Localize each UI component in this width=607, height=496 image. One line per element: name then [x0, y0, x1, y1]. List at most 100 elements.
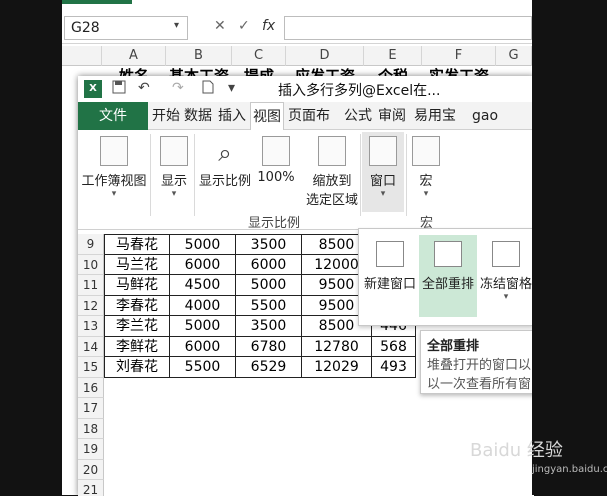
- divider: [194, 134, 195, 216]
- tab-formulas[interactable]: 公式: [342, 102, 374, 130]
- tab-page-layout[interactable]: 页面布: [286, 102, 332, 130]
- zoom-to-selection-button[interactable]: 缩放到 选定区域: [304, 136, 360, 208]
- table-cell[interactable]: 5500: [236, 295, 302, 316]
- arrange-all-button[interactable]: 全部重排: [419, 235, 477, 317]
- col-header[interactable]: F: [422, 46, 496, 66]
- tab-data[interactable]: 数据: [182, 102, 214, 130]
- workbook-view-button[interactable]: 工作簿视图 ▾: [80, 136, 148, 199]
- row-number[interactable]: 9: [78, 234, 104, 255]
- cancel-icon[interactable]: ✕: [214, 18, 226, 34]
- tab-insert[interactable]: 插入: [216, 102, 248, 130]
- tab-file[interactable]: 文件: [78, 102, 148, 130]
- zoom-button[interactable]: ⌕ 显示比例: [198, 136, 252, 189]
- table-cell[interactable]: 6000: [170, 336, 236, 357]
- row-number[interactable]: 11: [78, 275, 104, 296]
- name-box[interactable]: G28: [64, 16, 188, 40]
- macro-label: 宏: [419, 174, 433, 189]
- table-cell[interactable]: 493: [372, 357, 416, 378]
- ribbon-tabs: 文件 开始 数据 插入 视图 页面布 公式 审阅 易用宝 gao we...: [78, 102, 534, 152]
- watermark-sub: jingyan.baidu.com: [532, 464, 607, 475]
- tab-user-account[interactable]: gao we...: [470, 102, 534, 152]
- show-icon: [160, 136, 188, 166]
- table-cell[interactable]: 马春花: [104, 234, 170, 255]
- row-number[interactable]: 15: [78, 357, 104, 378]
- formula-input[interactable]: [284, 16, 532, 40]
- zoom-100-label: 100%: [257, 170, 295, 185]
- table-cell[interactable]: 李鲜花: [104, 336, 170, 357]
- undo-icon[interactable]: ↶: [138, 80, 150, 96]
- window-icon: [369, 136, 397, 166]
- window-button[interactable]: 窗口 ▾: [362, 132, 404, 212]
- workbook-view-label: 工作簿视图: [81, 174, 147, 189]
- macro-icon: [412, 136, 440, 166]
- row-number[interactable]: 19: [78, 439, 104, 460]
- corner-cell[interactable]: [62, 46, 102, 66]
- tooltip-line: 堆叠打开的窗口以: [427, 358, 532, 373]
- table-cell[interactable]: 3500: [236, 316, 302, 337]
- table-cell[interactable]: 4500: [170, 275, 236, 296]
- save-icon[interactable]: [112, 80, 126, 98]
- customize-qat-icon[interactable]: ▾: [228, 80, 235, 96]
- enter-icon[interactable]: ✓: [238, 18, 250, 34]
- table-cell[interactable]: 568: [372, 336, 416, 357]
- table-cell[interactable]: 5000: [170, 316, 236, 337]
- chevron-down-icon: ▾: [111, 189, 117, 199]
- tab-view[interactable]: 视图: [250, 102, 284, 130]
- row-number[interactable]: 17: [78, 398, 104, 419]
- chevron-down-icon: ▾: [380, 189, 386, 199]
- fx-icon[interactable]: fx: [262, 18, 275, 34]
- table-cell[interactable]: 5000: [170, 234, 236, 255]
- row-number[interactable]: 18: [78, 418, 104, 439]
- excel-app-icon: X: [84, 80, 102, 98]
- excel-window: X ↶ ↷ ▾ 插入多行多列@Excel在... 文件 开始 数据 插入 视图 …: [78, 76, 534, 496]
- col-header[interactable]: G: [496, 46, 532, 66]
- row-number[interactable]: 14: [78, 336, 104, 357]
- zoom-100-button[interactable]: 100%: [256, 136, 296, 185]
- new-window-button[interactable]: 新建窗口: [361, 235, 419, 317]
- table-cell[interactable]: 12029: [302, 357, 372, 378]
- table-cell[interactable]: 12780: [302, 336, 372, 357]
- table-cell[interactable]: 6000: [170, 254, 236, 275]
- chevron-down-icon[interactable]: ▾: [174, 20, 179, 31]
- arrange-all-icon: [434, 241, 462, 267]
- redo-icon[interactable]: ↷: [172, 80, 184, 96]
- table-cell[interactable]: 马兰花: [104, 254, 170, 275]
- table-cell[interactable]: 4000: [170, 295, 236, 316]
- divider: [150, 134, 151, 216]
- group-label-zoom: 显示比例: [248, 216, 301, 231]
- table-cell[interactable]: 3500: [236, 234, 302, 255]
- table-cell[interactable]: 李兰花: [104, 316, 170, 337]
- table-cell[interactable]: 5500: [170, 357, 236, 378]
- col-header[interactable]: E: [364, 46, 422, 66]
- col-header[interactable]: A: [102, 46, 166, 66]
- table-cell[interactable]: 李春花: [104, 295, 170, 316]
- row-number[interactable]: 20: [78, 459, 104, 480]
- table-cell[interactable]: 刘春花: [104, 357, 170, 378]
- tab-review[interactable]: 审阅: [376, 102, 408, 130]
- accent-strip: [62, 0, 132, 4]
- row-number[interactable]: 10: [78, 254, 104, 275]
- freeze-panes-button[interactable]: 冻结窗格 ▾: [477, 235, 534, 317]
- new-doc-icon[interactable]: [202, 80, 214, 98]
- col-header[interactable]: D: [286, 46, 364, 66]
- row-number[interactable]: 12: [78, 295, 104, 316]
- macro-button[interactable]: 宏 ▾: [408, 136, 444, 199]
- row-number[interactable]: 13: [78, 316, 104, 337]
- table-cell[interactable]: 6000: [236, 254, 302, 275]
- col-header[interactable]: B: [166, 46, 232, 66]
- divider: [360, 134, 361, 216]
- tab-home[interactable]: 开始: [150, 102, 182, 130]
- table-cell[interactable]: 6780: [236, 336, 302, 357]
- zoom-label: 显示比例: [198, 174, 251, 189]
- table-cell[interactable]: 马鲜花: [104, 275, 170, 296]
- col-header[interactable]: C: [232, 46, 286, 66]
- zoom-sel-label-1: 缩放到: [312, 174, 352, 189]
- row-number[interactable]: 16: [78, 377, 104, 398]
- chevron-down-icon: ▾: [171, 189, 177, 199]
- show-button[interactable]: 显示 ▾: [154, 136, 194, 199]
- tab-easy-tools[interactable]: 易用宝: [412, 102, 458, 130]
- table-cell[interactable]: 5000: [236, 275, 302, 296]
- row-number[interactable]: 21: [78, 480, 104, 496]
- window-title: 插入多行多列@Excel在...: [278, 83, 441, 99]
- table-cell[interactable]: 6529: [236, 357, 302, 378]
